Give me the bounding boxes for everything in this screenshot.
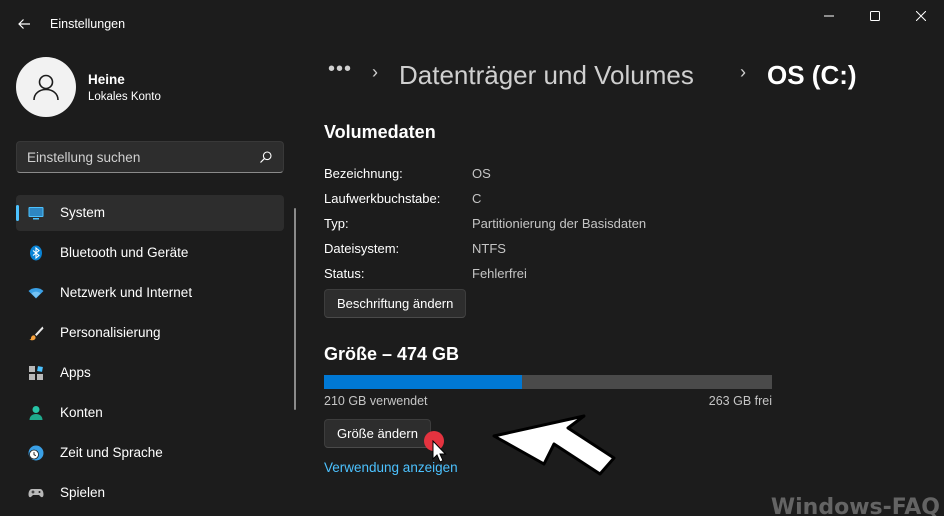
chevron-right-icon: ›	[740, 62, 746, 82]
search-input[interactable]	[27, 148, 247, 166]
nav-item-network[interactable]: Netzwerk und Internet	[16, 275, 284, 311]
maximize-button[interactable]	[852, 0, 898, 32]
prop-label: Laufwerkbuchstabe:	[324, 191, 441, 206]
rename-button[interactable]: Beschriftung ändern	[324, 289, 467, 318]
nav-item-time-language[interactable]: Zeit und Sprache	[16, 435, 284, 471]
breadcrumb-more[interactable]: •••	[328, 58, 352, 81]
back-arrow-icon	[18, 19, 30, 29]
prop-label: Bezeichnung:	[324, 166, 403, 181]
back-button[interactable]	[10, 10, 38, 38]
nav-label: Konten	[60, 405, 103, 420]
system-icon	[28, 205, 44, 221]
user-name: Heine	[88, 72, 125, 87]
watermark: Windows-FAQ	[770, 495, 940, 516]
sidebar-scrollbar[interactable]	[294, 208, 296, 410]
prop-value: C	[472, 191, 482, 206]
used-label: 210 GB verwendet	[324, 394, 428, 408]
section-title-volume: Volumedaten	[324, 122, 436, 142]
nav-item-system[interactable]: System	[16, 195, 284, 231]
wifi-icon	[28, 285, 44, 301]
prop-value: Partitionierung der Basisdaten	[472, 216, 647, 231]
nav-item-bluetooth[interactable]: Bluetooth und Geräte	[16, 235, 284, 271]
clock-globe-icon	[28, 445, 44, 461]
prop-label: Typ:	[324, 216, 349, 231]
sidebar: Heine Lokales Konto System Bluetooth und…	[0, 48, 300, 516]
account-type: Lokales Konto	[88, 91, 161, 103]
nav-label: Personalisierung	[60, 325, 161, 340]
prop-value: NTFS	[472, 241, 506, 256]
chevron-right-icon: ›	[372, 62, 378, 82]
nav-item-accounts[interactable]: Konten	[16, 395, 284, 431]
minimize-button[interactable]	[806, 0, 852, 32]
nav-item-personalization[interactable]: Personalisierung	[16, 315, 284, 351]
nav-label: Spielen	[60, 485, 106, 500]
avatar[interactable]	[16, 57, 76, 117]
usage-bar-fill	[324, 375, 523, 389]
search-icon[interactable]	[259, 150, 273, 164]
person-icon	[28, 405, 44, 421]
page-title: OS (C:)	[767, 60, 857, 90]
usage-bar	[324, 375, 772, 389]
person-icon	[33, 74, 59, 101]
brush-icon	[28, 325, 44, 341]
title-bar: Einstellungen	[0, 0, 944, 48]
prop-label: Status:	[324, 266, 365, 281]
close-icon	[916, 11, 926, 21]
prop-value: Fehlerfrei	[472, 266, 527, 281]
nav-label: Apps	[60, 365, 91, 380]
nav-label: Bluetooth und Geräte	[60, 245, 189, 260]
prop-label: Dateisystem:	[324, 241, 400, 256]
breadcrumb-parent[interactable]: Datenträger und Volumes	[399, 60, 694, 91]
resize-button[interactable]: Größe ändern	[324, 419, 431, 448]
bluetooth-icon	[28, 245, 44, 261]
arrow-annotation-icon	[492, 414, 616, 476]
nav-list: System Bluetooth und Geräte Netzwerk und…	[16, 195, 284, 515]
nav-label: Zeit und Sprache	[60, 445, 163, 460]
section-title-size: Größe – 474 GB	[324, 344, 460, 364]
prop-value: OS	[472, 166, 491, 181]
main-content: ••• › Datenträger und Volumes › OS (C:) …	[300, 48, 944, 516]
gamepad-icon	[28, 485, 44, 501]
mouse-cursor-icon	[432, 440, 447, 463]
maximize-icon	[870, 11, 880, 21]
nav-item-gaming[interactable]: Spielen	[16, 475, 284, 511]
close-button[interactable]	[898, 0, 944, 32]
minimize-icon	[824, 15, 834, 17]
free-label: 263 GB frei	[708, 394, 772, 408]
nav-label: Netzwerk und Internet	[60, 285, 193, 300]
apps-icon	[28, 365, 44, 381]
nav-item-apps[interactable]: Apps	[16, 355, 284, 391]
nav-label: System	[60, 205, 106, 220]
app-title: Einstellungen	[50, 17, 126, 31]
search-box[interactable]	[16, 141, 284, 173]
